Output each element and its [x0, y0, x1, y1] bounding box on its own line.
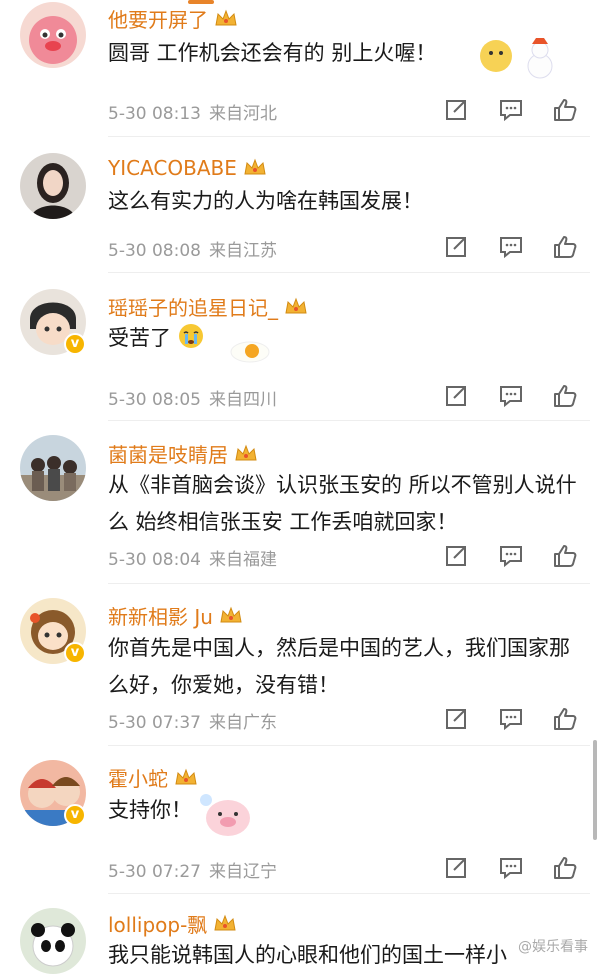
watermark: @娱乐看事 — [518, 939, 588, 955]
share-icon[interactable] — [444, 98, 470, 122]
divider — [108, 420, 590, 421]
comment-date: 5-30 08:04 — [108, 550, 201, 570]
divider — [108, 893, 590, 894]
comment-text: 支持你！ — [108, 798, 192, 822]
comment-location: 来自江苏 — [208, 241, 277, 261]
share-icon[interactable] — [444, 707, 470, 731]
comment-text-content: 受苦了 — [108, 326, 171, 350]
verified-badge-icon: v — [64, 333, 86, 355]
comment-date: 5-30 08:08 — [108, 241, 201, 261]
comment-actions — [444, 544, 578, 568]
share-icon[interactable] — [444, 856, 470, 880]
pig-emoji — [196, 790, 256, 844]
comment-meta: 5-30 08:08 来自江苏 — [108, 236, 277, 261]
username[interactable]: YICACOBABE — [108, 156, 267, 180]
crown-badge-icon — [175, 768, 197, 784]
like-icon[interactable] — [552, 544, 578, 568]
scrollbar[interactable] — [593, 740, 597, 840]
username-text[interactable]: 他要开屏了 — [108, 4, 208, 33]
pink-character-avatar[interactable] — [20, 2, 86, 68]
comment-text: 你首先是中国人，然后是中国的艺人，我们国家那么好，你爱她，没有错！ — [108, 636, 570, 697]
comment-icon[interactable] — [498, 544, 524, 568]
fried-egg-emoji — [228, 337, 272, 369]
comment-location: 来自广东 — [208, 713, 277, 733]
snowman-emoji — [478, 36, 562, 84]
share-icon[interactable] — [444, 384, 470, 408]
comment-location: 来自河北 — [208, 104, 277, 124]
comment-meta: 5-30 07:27 来自辽宁 — [108, 857, 277, 882]
username-text[interactable]: 菌菌是吱睛居 — [108, 439, 228, 468]
like-icon[interactable] — [552, 384, 578, 408]
comment-actions — [444, 856, 578, 880]
comment-meta: 5-30 07:37 来自广东 — [108, 708, 277, 733]
crown-badge-icon — [235, 444, 257, 460]
comment-actions — [444, 98, 578, 122]
group-photo-avatar[interactable] — [20, 435, 86, 501]
crown-badge-icon — [215, 9, 237, 25]
verified-badge-icon: v — [64, 642, 86, 664]
comment-location: 来自四川 — [208, 390, 277, 410]
username[interactable]: 霍小蛇 — [108, 763, 198, 792]
username[interactable]: lollipop-飘 — [108, 909, 237, 938]
comment-meta: 5-30 08:13 来自河北 — [108, 99, 277, 124]
comment-icon[interactable] — [498, 235, 524, 259]
username[interactable]: 菌菌是吱睛居 — [108, 439, 258, 468]
username[interactable]: 他要开屏了 — [108, 4, 238, 33]
like-icon[interactable] — [552, 235, 578, 259]
username-text[interactable]: YICACOBABE — [108, 156, 237, 180]
panda-avatar[interactable] — [20, 908, 86, 974]
share-icon[interactable] — [444, 235, 470, 259]
like-icon[interactable] — [552, 98, 578, 122]
username-text[interactable]: 霍小蛇 — [108, 763, 168, 792]
comment-date: 5-30 07:27 — [108, 862, 201, 882]
crown-badge-icon — [214, 914, 236, 930]
comment-text: 从《非首脑会谈》认识张玉安的 所以不管别人说什么 始终相信张玉安 工作丢咱就回家… — [108, 473, 577, 534]
comment-icon[interactable] — [498, 707, 524, 731]
comment-location: 来自辽宁 — [208, 862, 277, 882]
girl-photo-avatar[interactable] — [20, 153, 86, 219]
crown-badge-icon — [220, 606, 242, 622]
comment-meta: 5-30 08:05 来自四川 — [108, 385, 277, 410]
comment-icon[interactable] — [498, 856, 524, 880]
comment-date: 5-30 08:05 — [108, 390, 201, 410]
username-text[interactable]: 新新相影 Ju — [108, 601, 213, 630]
verified-badge-icon: v — [64, 804, 86, 826]
comment-text: 受苦了 — [108, 320, 580, 357]
share-icon[interactable] — [444, 544, 470, 568]
comment-icon[interactable] — [498, 98, 524, 122]
like-icon[interactable] — [552, 856, 578, 880]
like-icon[interactable] — [552, 707, 578, 731]
comment-meta: 5-30 08:04 来自福建 — [108, 545, 277, 570]
divider — [108, 583, 590, 584]
username[interactable]: 瑶瑶子的追星日记_ — [108, 292, 308, 321]
comment-date: 5-30 07:37 — [108, 713, 201, 733]
crown-badge-icon — [244, 158, 266, 175]
divider — [108, 272, 590, 273]
comment-date: 5-30 08:13 — [108, 104, 201, 124]
username-text[interactable]: 瑶瑶子的追星日记_ — [108, 292, 278, 321]
crown-badge-icon — [285, 297, 307, 313]
comment-actions — [444, 707, 578, 731]
comment-text: 我只能说韩国人的心眼和他们的国土一样小 — [108, 943, 507, 967]
comment-actions — [444, 384, 578, 408]
comment-actions — [444, 235, 578, 259]
username-text[interactable]: lollipop-飘 — [108, 909, 207, 938]
username[interactable]: 新新相影 Ju — [108, 601, 243, 630]
crying-emoji — [178, 324, 203, 348]
comment-location: 来自福建 — [208, 550, 277, 570]
divider — [108, 136, 590, 137]
divider — [108, 745, 590, 746]
comment-text: 这么有实力的人为啥在韩国发展！ — [108, 189, 423, 213]
comment-icon[interactable] — [498, 384, 524, 408]
